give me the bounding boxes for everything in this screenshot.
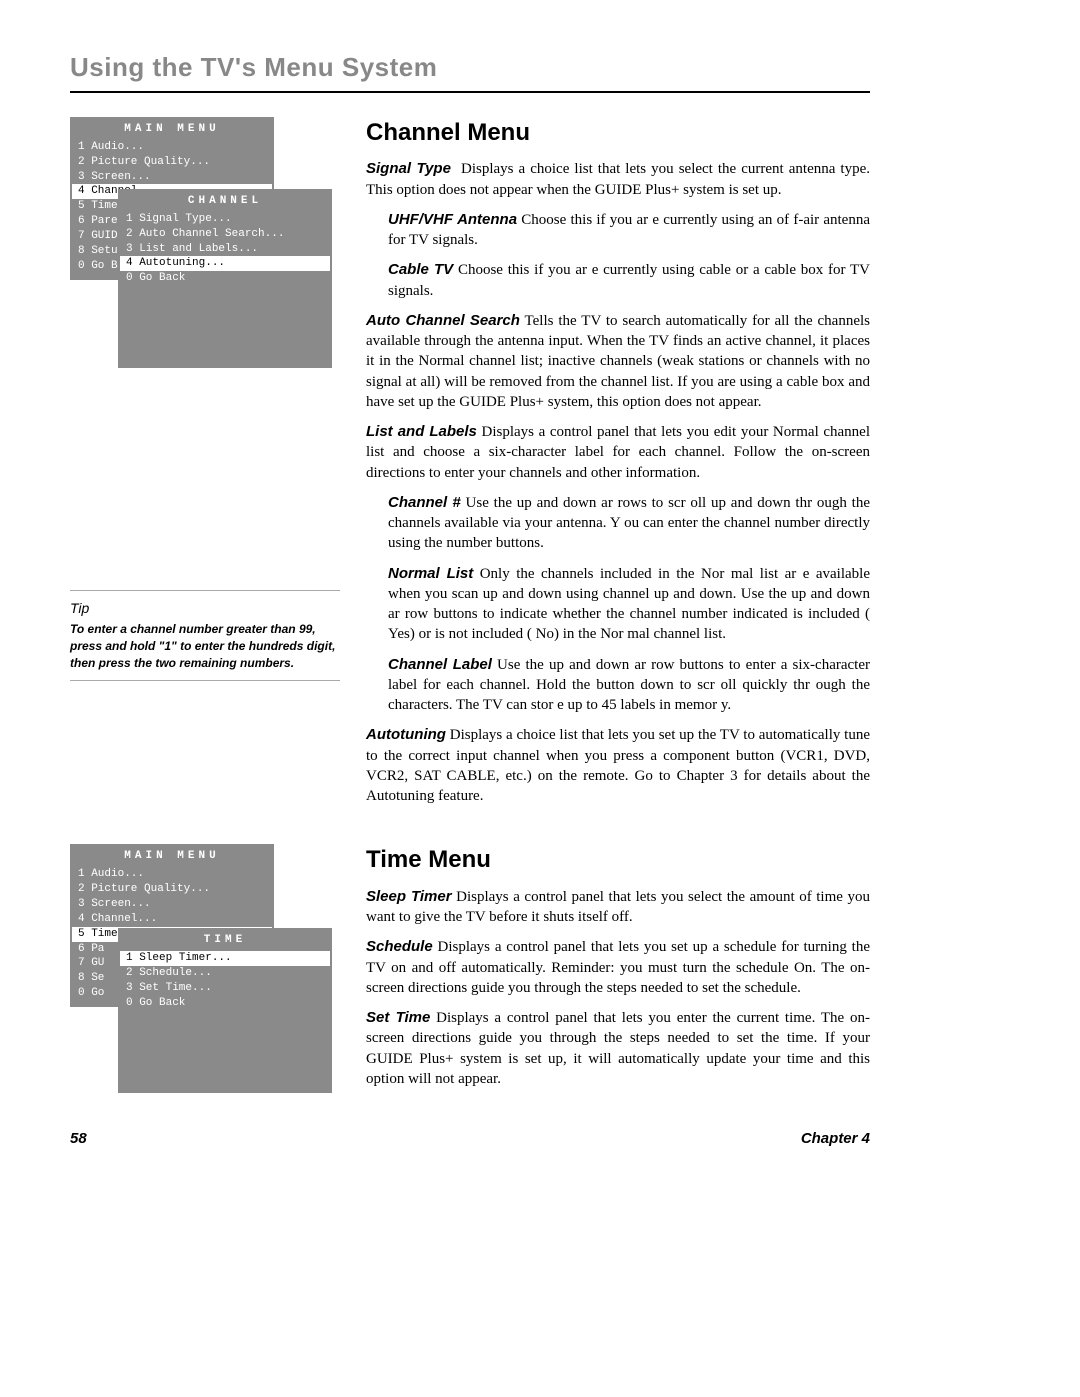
- term: Channel #: [388, 494, 461, 511]
- term: Autotuning: [366, 726, 446, 743]
- term: Auto Channel Search: [366, 312, 520, 329]
- autotuning-para: Autotuning Displays a choice list that l…: [366, 725, 870, 806]
- osd-subitem: 2 Auto Channel Search...: [120, 227, 330, 242]
- term: UHF/VHF Antenna: [388, 211, 517, 228]
- term: Signal Type: [366, 160, 451, 177]
- term: Channel Label: [388, 656, 492, 673]
- tip-block: Tip To enter a channel number greater th…: [70, 590, 340, 681]
- term: Set Time: [366, 1009, 430, 1026]
- title-rule: [70, 91, 870, 93]
- page-section-title: Using the TV's Menu System: [70, 50, 870, 85]
- osd-item: 1 Audio...: [72, 140, 272, 155]
- osd-item: 2 Picture Quality...: [72, 155, 272, 170]
- signal-type-para: Signal Type Displays a choice list that …: [366, 159, 870, 200]
- text: Displays a control panel that lets you s…: [366, 939, 870, 996]
- text: Displays a control panel that lets you e…: [366, 1010, 870, 1087]
- term: List and Labels: [366, 423, 477, 440]
- osd-item: 4 Channel...: [72, 912, 272, 927]
- osd-item: 3 Screen...: [72, 897, 272, 912]
- chapter-label: Chapter 4: [801, 1129, 870, 1149]
- osd-item: 3 Screen...: [72, 170, 272, 185]
- channel-menu-screenshot: MAIN MENU 1 Audio... 2 Picture Quality..…: [70, 117, 340, 279]
- time-menu-heading: Time Menu: [366, 844, 870, 876]
- cable-para: Cable TV Choose this if you ar e current…: [388, 260, 870, 301]
- osd-item: 2 Picture Quality...: [72, 882, 272, 897]
- term: Schedule: [366, 938, 433, 955]
- text: Choose this if you ar e currently using …: [388, 262, 870, 298]
- osd-subitem: 1 Signal Type...: [120, 212, 330, 227]
- osd-subitem: 3 List and Labels...: [120, 242, 330, 257]
- osd-item: 1 Audio...: [72, 867, 272, 882]
- tip-body: To enter a channel number greater than 9…: [70, 621, 340, 671]
- normallist-para: Normal List Only the channels included i…: [388, 564, 870, 645]
- osd-subitem-selected: 4 Autotuning...: [120, 256, 330, 271]
- osd-sub-title: TIME: [120, 930, 330, 951]
- acs-para: Auto Channel Search Tells the TV to sear…: [366, 311, 870, 412]
- term: Normal List: [388, 565, 473, 582]
- schedule-para: Schedule Displays a control panel that l…: [366, 937, 870, 998]
- tip-heading: Tip: [70, 599, 340, 618]
- time-menu-screenshot: MAIN MENU 1 Audio... 2 Picture Quality..…: [70, 844, 340, 1006]
- osd-main-title: MAIN MENU: [72, 119, 272, 140]
- sleeptimer-para: Sleep Timer Displays a control panel tha…: [366, 887, 870, 928]
- text: Use the up and down ar rows to scr oll u…: [388, 495, 870, 552]
- page-number: 58: [70, 1129, 87, 1149]
- term: Sleep Timer: [366, 888, 452, 905]
- channelnum-para: Channel # Use the up and down ar rows to…: [388, 493, 870, 554]
- osd-sub-title: CHANNEL: [120, 191, 330, 212]
- osd-main-title: MAIN MENU: [72, 846, 272, 867]
- osd-subitem: 3 Set Time...: [120, 981, 330, 996]
- osd-subitem: 2 Schedule...: [120, 966, 330, 981]
- osd-subitem-selected: 1 Sleep Timer...: [120, 951, 330, 966]
- channel-menu-heading: Channel Menu: [366, 117, 870, 149]
- term: Cable TV: [388, 261, 453, 278]
- osd-subitem: 0 Go Back: [120, 996, 330, 1011]
- settime-para: Set Time Displays a control panel that l…: [366, 1008, 870, 1089]
- osd-subitem: 0 Go Back: [120, 271, 330, 286]
- listlabels-para: List and Labels Displays a control panel…: [366, 422, 870, 483]
- channellabel-para: Channel Label Use the up and down ar row…: [388, 655, 870, 716]
- uhf-para: UHF/VHF Antenna Choose this if you ar e …: [388, 210, 870, 251]
